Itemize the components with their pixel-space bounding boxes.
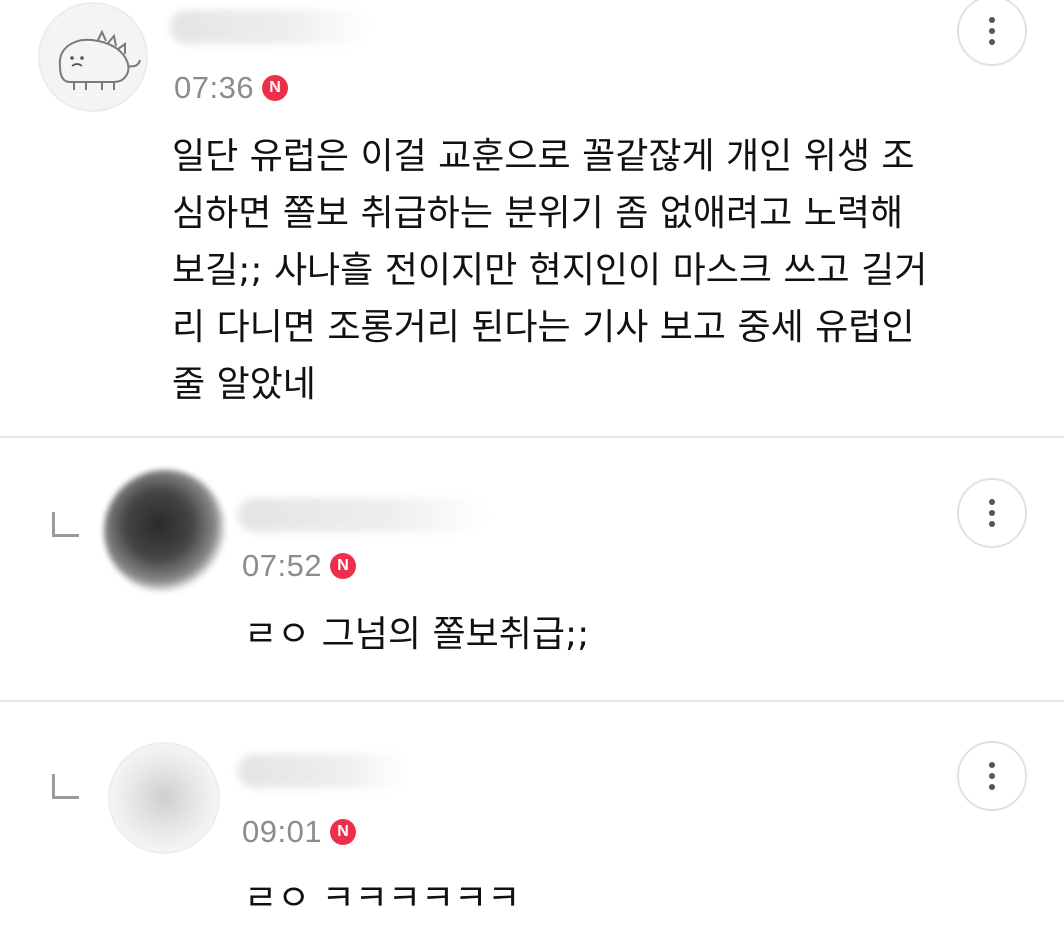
comment-text: 일단 유럽은 이걸 교훈으로 꼴같잖게 개인 위생 조 심하면 쫄보 취급하는 … [172,136,928,405]
more-options-button[interactable] [957,478,1027,548]
comment-time: 07:52 [242,548,323,583]
more-options-button[interactable] [957,741,1027,811]
more-vertical-icon-dot [989,521,995,527]
avatar[interactable] [104,470,226,592]
reply-indicator-icon [52,774,79,799]
new-badge: N [330,819,357,845]
reply-indicator-icon [52,512,79,537]
avatar[interactable] [38,2,148,112]
reply-item: 07:52 N ㄹㅇ 그넘의 쫄보취급;; [0,438,1064,700]
new-badge: N [330,553,357,579]
author-name[interactable] [170,10,370,44]
comment-meta: 07:36 N [174,70,289,106]
more-vertical-icon-dot [989,28,995,34]
more-options-button[interactable] [957,0,1027,66]
more-vertical-icon-dot [989,784,995,790]
more-vertical-icon [989,499,995,505]
more-vertical-icon [989,17,995,23]
dinosaur-avatar-icon [58,29,141,90]
comment-meta: 07:52 N [242,548,357,584]
more-vertical-icon [989,762,995,768]
comment-text: ㄹㅇ 그넘의 쫄보취급;; [244,614,590,655]
more-vertical-icon-dot [989,39,995,45]
comment-text: ㄹㅇ ㅋㅋㅋㅋㅋㅋ [244,878,521,919]
new-badge: N [262,75,289,101]
author-name[interactable] [238,498,488,532]
more-vertical-icon-dot [989,773,995,779]
comment-time: 09:01 [242,814,323,849]
comment-meta: 09:01 N [242,814,357,850]
author-name[interactable] [238,754,408,788]
comment-item: 07:36 N 일단 유럽은 이걸 교훈으로 꼴같잖게 개인 위생 조 심하면 … [0,0,1064,436]
avatar[interactable] [108,742,220,854]
reply-item: 09:01 N ㄹㅇ ㅋㅋㅋㅋㅋㅋ [0,702,1064,930]
comment-time: 07:36 [174,70,255,105]
more-vertical-icon-dot [989,510,995,516]
